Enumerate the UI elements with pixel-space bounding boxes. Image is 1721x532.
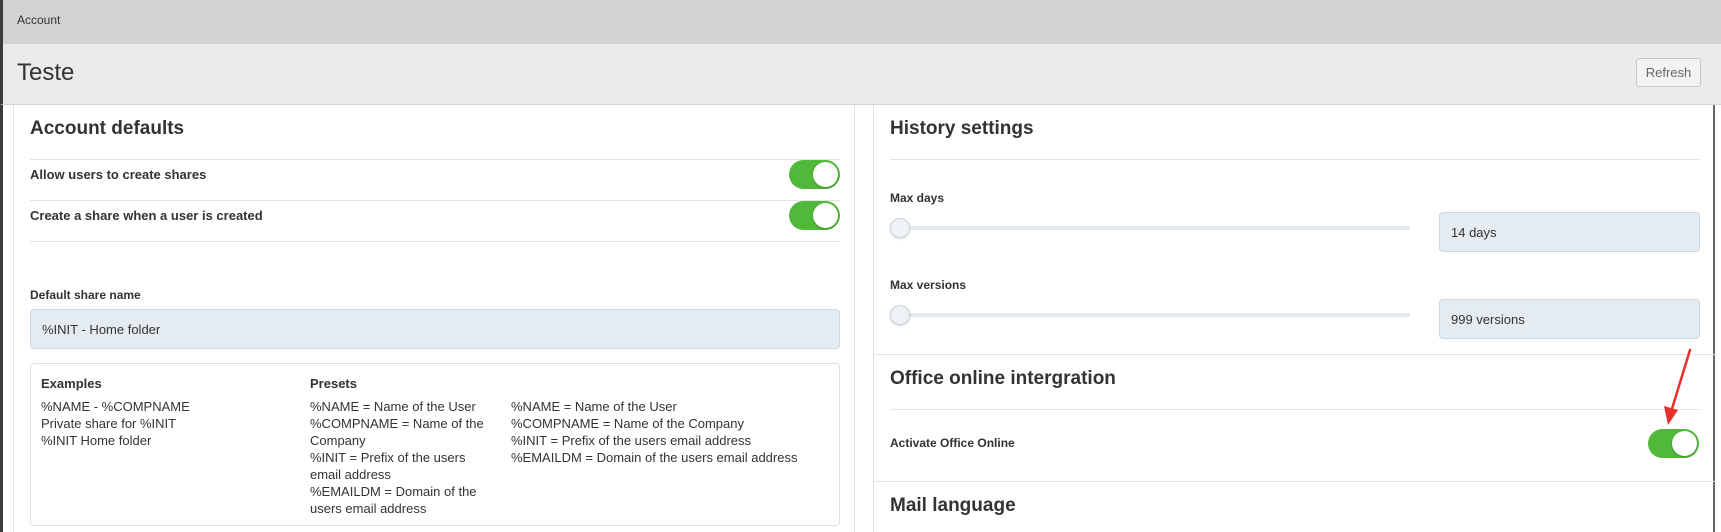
max-days-input[interactable] — [1439, 212, 1700, 252]
max-days-label: Max days — [890, 191, 945, 205]
divider — [30, 159, 840, 160]
examples-title: Examples — [41, 376, 102, 391]
preset-item: %NAME = Name of the User — [511, 399, 677, 414]
max-versions-slider-track[interactable] — [900, 313, 1410, 317]
example-item: Private share for %INIT — [41, 416, 177, 431]
examples-box: Examples %NAME - %COMPNAME Private share… — [30, 363, 840, 526]
preset-item: %INIT = Prefix of the users email addres… — [310, 450, 466, 482]
create-share-toggle[interactable] — [789, 201, 840, 230]
history-settings-title: History settings — [890, 118, 1034, 139]
main-content: Account defaults Allow users to create s… — [0, 105, 1721, 532]
office-online-title: Office online intergration — [890, 368, 1116, 389]
settings-panel: History settings Max days Max versions O… — [873, 105, 1716, 532]
default-share-name-label: Default share name — [30, 288, 141, 302]
account-defaults-panel: Account defaults Allow users to create s… — [13, 105, 855, 532]
divider — [30, 200, 840, 201]
max-versions-slider-thumb[interactable] — [890, 305, 910, 325]
toggle-knob — [813, 203, 838, 228]
max-versions-input[interactable] — [1439, 299, 1700, 339]
presets-title: Presets — [310, 376, 357, 391]
toggle-knob — [1672, 431, 1697, 456]
activate-office-online-label: Activate Office Online — [890, 436, 1015, 450]
mail-language-title: Mail language — [890, 495, 1016, 516]
page-title: Teste — [17, 59, 75, 86]
preset-item: %EMAILDM = Domain of the users email add… — [310, 484, 477, 516]
breadcrumb[interactable]: Account — [17, 13, 60, 27]
activate-office-online-toggle[interactable] — [1648, 429, 1699, 458]
divider — [30, 241, 840, 242]
toggle-knob — [813, 162, 838, 187]
presets-column-1: Presets %NAME = Name of the User %COMPNA… — [310, 375, 495, 517]
title-bar: Teste Refresh — [0, 44, 1721, 105]
default-share-name-input[interactable] — [30, 309, 840, 349]
divider — [874, 354, 1716, 355]
annotation-arrow-icon — [1664, 348, 1692, 425]
examples-column: Examples %NAME - %COMPNAME Private share… — [41, 375, 291, 449]
refresh-button[interactable]: Refresh — [1636, 58, 1701, 87]
max-days-slider-thumb[interactable] — [890, 218, 910, 238]
preset-item: %COMPNAME = Name of the Company — [310, 416, 484, 448]
create-share-label: Create a share when a user is created — [30, 208, 263, 223]
preset-item: %COMPNAME = Name of the Company — [511, 416, 744, 431]
preset-item: %NAME = Name of the User — [310, 399, 476, 414]
top-bar: Account — [0, 0, 1721, 44]
divider — [890, 159, 1700, 160]
preset-item: %INIT = Prefix of the users email addres… — [511, 433, 751, 448]
allow-shares-label: Allow users to create shares — [30, 167, 207, 182]
account-defaults-title: Account defaults — [30, 118, 185, 139]
divider — [874, 481, 1716, 482]
preset-item: %EMAILDM = Domain of the users email add… — [511, 450, 798, 465]
example-item: %NAME - %COMPNAME — [41, 399, 190, 414]
divider — [890, 409, 1700, 410]
max-versions-label: Max versions — [890, 278, 967, 292]
allow-shares-toggle[interactable] — [789, 160, 840, 189]
example-item: %INIT Home folder — [41, 433, 152, 448]
max-days-slider-track[interactable] — [900, 226, 1410, 230]
presets-column-2: %NAME = Name of the User %COMPNAME = Nam… — [511, 398, 831, 466]
